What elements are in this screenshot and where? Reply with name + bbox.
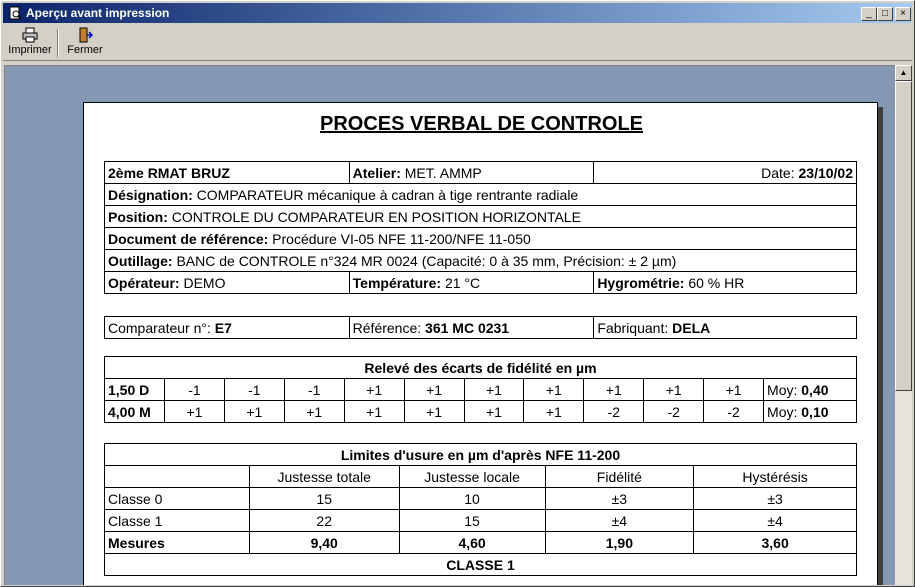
limites-col-header: Hystérésis — [693, 465, 857, 488]
print-label: Imprimer — [8, 44, 52, 56]
outillage-cell: Outillage: BANC de CONTROLE n°324 MR 002… — [104, 249, 857, 272]
limites-value: ±3 — [544, 487, 695, 510]
operateur-cell: Opérateur: DEMO — [104, 271, 350, 294]
print-preview-app-icon — [9, 6, 22, 20]
title-bar[interactable]: Aperçu avant impression _ □ × — [3, 3, 912, 23]
print-preview-window: Aperçu avant impression _ □ × Imprimer F… — [0, 0, 915, 587]
releve-value: +1 — [283, 400, 345, 423]
releve-row-label: 4,00 M — [104, 400, 165, 423]
scroll-thumb[interactable] — [895, 81, 912, 391]
close-label: Fermer — [67, 44, 103, 56]
releve-value: -2 — [583, 400, 645, 423]
releve-value: -1 — [283, 378, 345, 401]
releve-value: -1 — [223, 378, 285, 401]
reference-cell: Référence: 361 MC 0231 — [348, 316, 595, 339]
releve-table: Relevé des écarts de fidélité en µm 1,50… — [104, 356, 857, 423]
print-button[interactable]: Imprimer — [7, 27, 53, 60]
releve-value: +1 — [463, 378, 525, 401]
releve-value: +1 — [643, 378, 705, 401]
limites-value: 15 — [248, 487, 400, 510]
limites-row: Classe 0 15 10 ±3 ±3 — [104, 487, 857, 510]
unit-cell: 2ème RMAT BRUZ — [104, 161, 350, 184]
position-cell: Position: CONTROLE DU COMPARATEUR EN POS… — [104, 205, 857, 228]
releve-row-label: 1,50 D — [104, 378, 165, 401]
releve-value: +1 — [223, 400, 285, 423]
releve-value: +1 — [403, 400, 465, 423]
limites-value: ±4 — [544, 509, 695, 532]
window-title: Aperçu avant impression — [26, 6, 170, 20]
preview-viewport[interactable]: PROCES VERBAL DE CONTROLE 2ème RMAT BRUZ… — [4, 65, 895, 585]
hygrometrie-cell: Hygrométrie: 60 % HR — [593, 271, 857, 294]
limites-value: 10 — [398, 487, 546, 510]
designation-cell: Désignation: COMPARATEUR mécanique à cad… — [104, 183, 857, 206]
atelier-cell: Atelier: MET. AMMP — [348, 161, 595, 184]
date-cell: Date: 23/10/02 — [593, 161, 857, 184]
limites-title: Limites d'usure en µm d'après NFE 11-200 — [104, 443, 857, 466]
limites-table: Limites d'usure en µm d'après NFE 11-200… — [104, 443, 857, 576]
releve-value: +1 — [463, 400, 525, 423]
vertical-scrollbar[interactable]: ▲ — [895, 65, 912, 585]
limites-col-header: Justesse totale — [248, 465, 400, 488]
instrument-table: Comparateur n°: E7 Référence: 361 MC 023… — [104, 316, 857, 339]
releve-value: +1 — [343, 378, 405, 401]
releve-value: -1 — [163, 378, 225, 401]
releve-value: +1 — [703, 378, 765, 401]
header-table: 2ème RMAT BRUZ Atelier: MET. AMMP Date: … — [104, 161, 857, 294]
releve-row: 4,00 M +1 +1 +1 +1 +1 +1 +1 -2 -2 -2 Moy… — [104, 400, 857, 423]
close-button[interactable]: Fermer — [63, 27, 107, 60]
limites-corner — [104, 465, 250, 488]
releve-value: +1 — [163, 400, 225, 423]
limites-col-header: Justesse locale — [398, 465, 546, 488]
docref-cell: Document de référence: Procédure VI-05 N… — [104, 227, 857, 250]
mesures-row: Mesures 9,40 4,60 1,90 3,60 — [104, 531, 857, 554]
mesure-value: 3,60 — [693, 531, 857, 554]
fabriquant-cell: Fabriquant: DELA — [593, 316, 857, 339]
releve-value: -2 — [643, 400, 705, 423]
limites-value: 15 — [398, 509, 546, 532]
temperature-cell: Température: 21 °C — [348, 271, 595, 294]
exit-door-icon — [79, 27, 93, 43]
limites-value: ±4 — [693, 509, 857, 532]
classe-result: CLASSE 1 — [104, 553, 857, 576]
maximize-button[interactable]: □ — [877, 7, 893, 21]
releve-moy: Moy: 0,40 — [763, 378, 857, 401]
limites-value: 22 — [248, 509, 400, 532]
comparateur-cell: Comparateur n°: E7 — [104, 316, 350, 339]
toolbar: Imprimer Fermer — [3, 25, 912, 61]
mesures-label: Mesures — [104, 531, 250, 554]
scroll-up-button[interactable]: ▲ — [895, 65, 912, 81]
toolbar-separator — [57, 29, 59, 57]
releve-moy: Moy: 0,10 — [763, 400, 857, 423]
releve-row: 1,50 D -1 -1 -1 +1 +1 +1 +1 +1 +1 +1 Moy… — [104, 378, 857, 401]
releve-value: +1 — [523, 400, 585, 423]
limites-row-label: Classe 1 — [104, 509, 250, 532]
limites-row-label: Classe 0 — [104, 487, 250, 510]
limites-row: Classe 1 22 15 ±4 ±4 — [104, 509, 857, 532]
releve-value: +1 — [403, 378, 465, 401]
document-page: PROCES VERBAL DE CONTROLE 2ème RMAT BRUZ… — [83, 102, 878, 585]
releve-value: +1 — [583, 378, 645, 401]
printer-icon — [22, 27, 38, 43]
close-window-button[interactable]: × — [895, 7, 911, 21]
releve-value: +1 — [523, 378, 585, 401]
limites-value: ±3 — [693, 487, 857, 510]
document-title: PROCES VERBAL DE CONTROLE — [320, 113, 643, 135]
releve-value: +1 — [343, 400, 405, 423]
mesure-value: 9,40 — [248, 531, 400, 554]
releve-value: -2 — [703, 400, 765, 423]
mesure-value: 1,90 — [544, 531, 695, 554]
limites-col-header: Fidélité — [544, 465, 695, 488]
mesure-value: 4,60 — [398, 531, 546, 554]
releve-title: Relevé des écarts de fidélité en µm — [104, 356, 857, 379]
minimize-button[interactable]: _ — [861, 7, 877, 21]
